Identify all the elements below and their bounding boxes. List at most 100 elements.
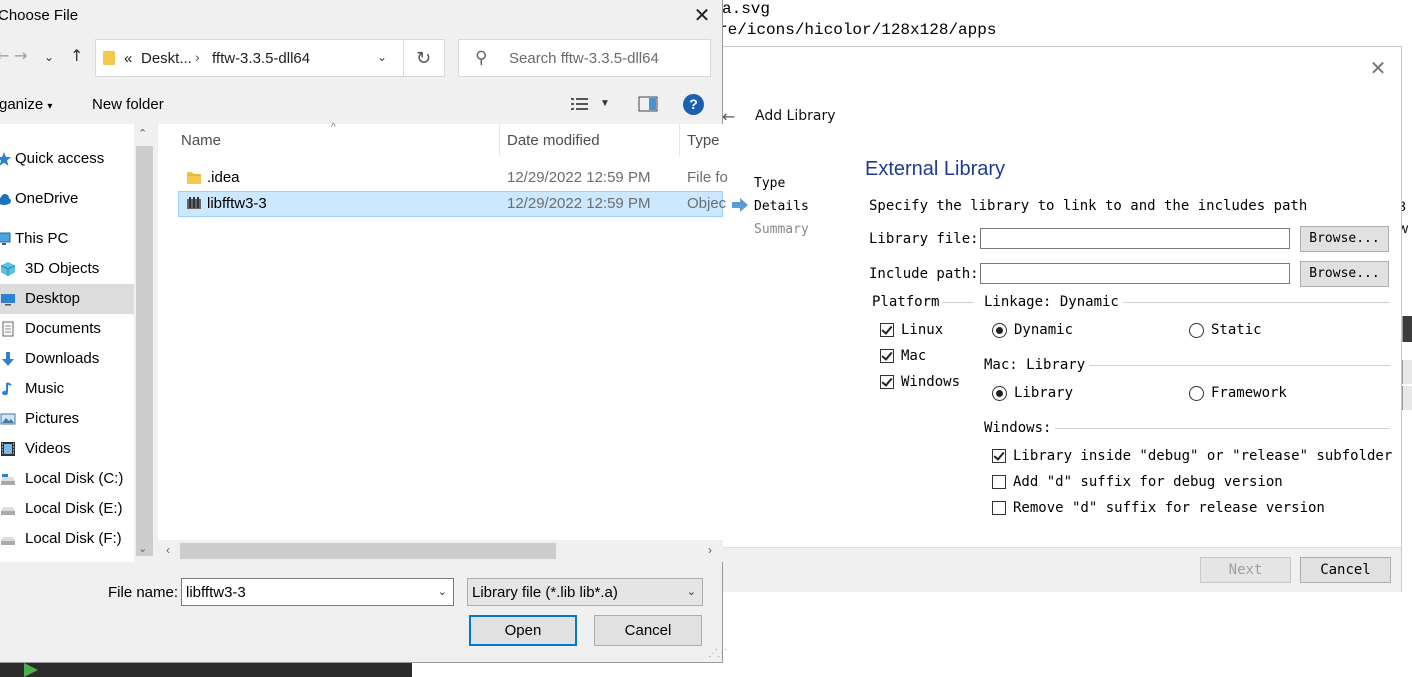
platform-mac-checkbox[interactable] <box>880 349 894 363</box>
file-list-horizontal-scrollbar[interactable]: ‹ › <box>158 540 723 562</box>
file-row-selected[interactable]: libfftw3-3 12/29/2022 12:59 PM Objec <box>178 191 727 217</box>
library-file-input[interactable] <box>980 228 1290 249</box>
nav-item-downloads[interactable]: Downloads <box>0 344 134 374</box>
breadcrumb-separator-icon[interactable]: › <box>195 49 200 65</box>
nav-item-local-disk-e[interactable]: Local Disk (E:) <box>0 494 134 524</box>
download-icon <box>2 352 14 366</box>
mac-group-title: Mac: Library <box>984 357 1090 373</box>
file-type: Objec <box>687 195 727 212</box>
nav-pane-scrollbar[interactable]: ⌃ ⌄ <box>134 124 155 562</box>
up-arrow-icon[interactable]: ↑ <box>70 46 83 65</box>
linkage-dynamic-radio[interactable] <box>992 323 1007 338</box>
search-icon: ⚲ <box>475 48 488 68</box>
search-box[interactable]: ⚲ Search fftw-3.3.5-dll64 <box>458 39 711 77</box>
windows-release-suffix-checkbox[interactable] <box>992 501 1006 515</box>
file-date: 12/29/2022 12:59 PM <box>507 195 651 212</box>
breadcrumb-desktop[interactable]: Deskt... <box>141 50 192 67</box>
column-header-name[interactable]: Name <box>181 132 221 149</box>
windows-subfolder-label: Library inside "debug" or "release" subf… <box>1013 448 1393 464</box>
platform-mac-label: Mac <box>901 348 927 364</box>
file-type-select[interactable]: Library file (*.lib lib*.a) ⌄ <box>467 578 703 606</box>
nav-item-onedrive[interactable]: OneDrive <box>0 184 134 214</box>
star-icon <box>0 152 11 166</box>
preview-pane-icon[interactable] <box>638 96 658 112</box>
new-folder-button[interactable]: New folder <box>92 96 164 113</box>
windows-debug-suffix-checkbox[interactable] <box>992 475 1006 489</box>
current-step-arrow-icon <box>732 198 748 212</box>
file-name-value: libfftw3-3 <box>186 584 246 601</box>
windows-subfolder-checkbox[interactable] <box>992 449 1006 463</box>
view-options-icon[interactable] <box>570 96 590 112</box>
nav-item-videos[interactable]: Videos <box>0 434 134 464</box>
chevron-down-icon[interactable]: ⌄ <box>438 585 447 598</box>
file-date: 12/29/2022 12:59 PM <box>507 169 651 186</box>
nav-item-label: Videos <box>25 440 71 457</box>
browse-include-button[interactable]: Browse... <box>1300 261 1389 287</box>
search-input[interactable]: Search fftw-3.3.5-dll64 <box>509 50 659 67</box>
scroll-down-icon[interactable]: ⌄ <box>138 542 147 555</box>
column-divider[interactable] <box>679 124 680 156</box>
nav-item-this-pc[interactable]: This PC <box>0 224 134 254</box>
video-icon <box>1 442 15 456</box>
column-header-type[interactable]: Type <box>687 132 720 149</box>
file-type-value: Library file (*.lib lib*.a) <box>472 584 618 601</box>
scrollbar-thumb[interactable] <box>180 543 556 559</box>
background-edge <box>1402 316 1412 342</box>
background-edge <box>1402 360 1412 384</box>
column-header-date-modified[interactable]: Date modified <box>507 132 600 149</box>
platform-linux-checkbox[interactable] <box>880 323 894 337</box>
open-button[interactable]: Open <box>469 615 577 646</box>
desktop-icon <box>1 294 15 306</box>
linkage-group-title: Linkage: Dynamic <box>984 294 1123 310</box>
linkage-static-radio[interactable] <box>1189 323 1204 338</box>
organize-menu-button[interactable]: ganize ▾ <box>0 96 52 113</box>
nav-item-pictures[interactable]: Pictures <box>0 404 134 434</box>
dialog-title: Add Library <box>755 108 836 124</box>
refresh-button[interactable]: ↻ <box>403 40 445 76</box>
forward-arrow-icon[interactable]: → <box>14 46 27 65</box>
scroll-up-icon[interactable]: ⌃ <box>138 127 147 140</box>
close-icon[interactable]: ✕ <box>1367 57 1389 79</box>
navigation-pane: Quick access OneDrive This PC 3D Objects… <box>0 124 155 562</box>
background-text-line: re/icons/hicolor/128x128/apps <box>718 21 997 39</box>
mac-framework-radio[interactable] <box>1189 386 1204 401</box>
address-bar[interactable]: « Deskt... › fftw-3.3.5-dll64 ⌄ ↻ <box>95 39 445 77</box>
file-row[interactable]: .idea 12/29/2022 12:59 PM File fo <box>178 165 728 191</box>
breadcrumb-current-folder[interactable]: fftw-3.3.5-dll64 <box>212 50 310 67</box>
scrollbar-thumb[interactable] <box>136 146 153 556</box>
chevron-down-icon[interactable]: ⌄ <box>377 50 387 64</box>
scroll-left-icon[interactable]: ‹ <box>166 543 170 557</box>
picture-icon <box>0 413 16 425</box>
resize-grip-icon[interactable]: ⋰⋰ <box>708 648 727 659</box>
cancel-button[interactable]: Cancel <box>1300 557 1391 583</box>
platform-windows-checkbox[interactable] <box>880 375 894 389</box>
nav-item-documents[interactable]: Documents <box>0 314 134 344</box>
include-path-input[interactable] <box>980 263 1290 284</box>
nav-item-3d-objects[interactable]: 3D Objects <box>0 254 134 284</box>
next-button[interactable]: Next <box>1200 557 1291 583</box>
breadcrumb-overflow[interactable]: « <box>124 50 132 67</box>
recent-locations-chevron-icon[interactable]: ⌄ <box>44 50 54 64</box>
browse-library-button[interactable]: Browse... <box>1300 226 1389 252</box>
play-icon[interactable] <box>24 663 38 677</box>
arrow-left-icon[interactable]: ← <box>722 107 735 126</box>
nav-item-music[interactable]: Music <box>0 374 134 404</box>
caret-down-icon[interactable]: ▼ <box>600 98 610 109</box>
nav-item-quick-access[interactable]: Quick access <box>0 144 134 174</box>
nav-item-local-disk-f[interactable]: Local Disk (F:) <box>0 524 134 554</box>
mac-library-radio[interactable] <box>992 386 1007 401</box>
close-icon[interactable]: ✕ <box>690 3 714 27</box>
nav-item-label: Quick access <box>15 150 105 167</box>
file-name-input[interactable]: libfftw3-3 ⌄ <box>181 578 454 606</box>
column-divider[interactable] <box>499 124 500 156</box>
scroll-right-icon[interactable]: › <box>708 543 712 557</box>
add-library-dialog: ✕ ← Add Library Type Details Summary Ext… <box>722 46 1402 592</box>
cancel-button[interactable]: Cancel <box>594 615 702 646</box>
mac-library-label: Library <box>1014 385 1074 401</box>
back-arrow-icon[interactable]: ← <box>0 46 9 65</box>
cloud-icon <box>0 194 11 205</box>
nav-item-desktop[interactable]: Desktop <box>0 284 134 314</box>
nav-item-local-disk-c[interactable]: Local Disk (C:) <box>0 464 134 494</box>
help-icon[interactable]: ? <box>683 94 704 115</box>
run-toolbar-strip <box>0 662 412 677</box>
